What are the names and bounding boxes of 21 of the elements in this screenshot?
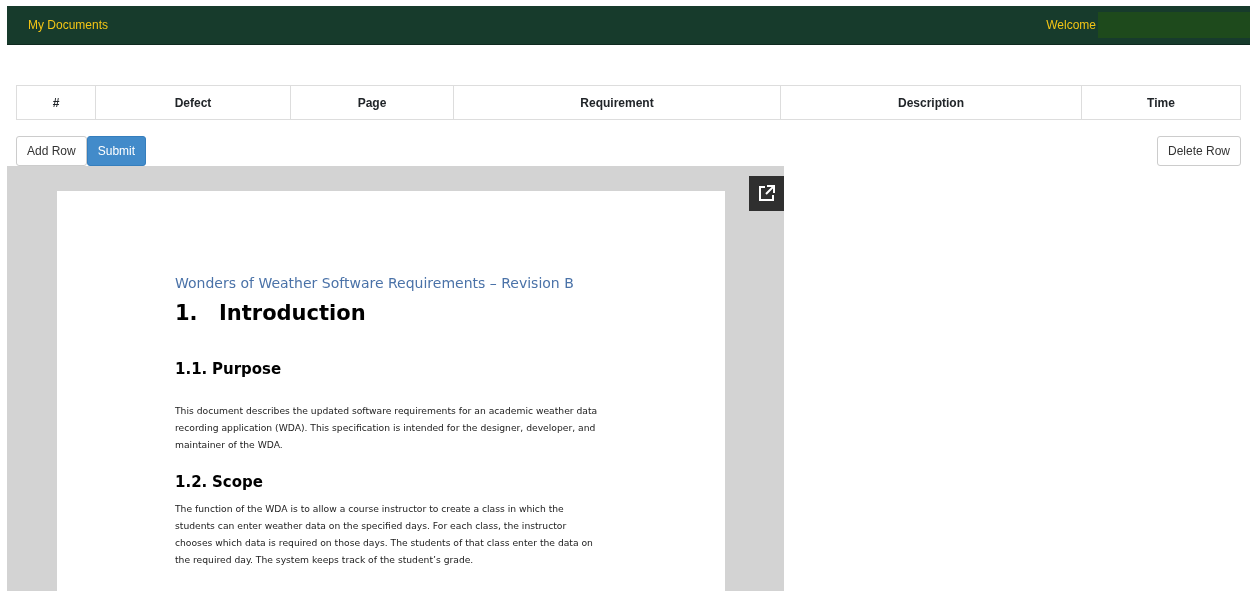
submit-button[interactable]: Submit (86, 136, 147, 166)
section-number: 1.1. (175, 358, 209, 380)
my-documents-link[interactable]: My Documents (28, 16, 109, 34)
section-heading: Introduction (219, 301, 366, 325)
welcome-text: Welcome (1046, 17, 1096, 34)
column-header: Defect (95, 85, 291, 120)
section-heading: Scope (212, 473, 263, 491)
section-number: 1.2. (175, 472, 209, 493)
column-header: Description (780, 85, 1082, 120)
section-number: 1. (175, 300, 199, 327)
column-header: Requirement (453, 85, 781, 120)
body-paragraph: This document describes the updated software requirements for an academic weather data recording application (WDA). This specification is intended for the designer, developer, and maintainer of the WDA. (175, 404, 599, 452)
column-header: Time (1081, 85, 1241, 120)
action-button[interactable]: Delete Row (1156, 136, 1241, 166)
open-external-icon[interactable] (749, 176, 784, 211)
action-button[interactable]: Add Row (16, 136, 87, 166)
document-title: Wonders of Weather Software Requirements – Revision B (175, 274, 575, 293)
section-heading: Purpose (212, 359, 282, 378)
column-header: Page (290, 85, 454, 120)
body-paragraph: The function of the WDA is to allow a course instructor to create a class in which the students can enter weather data on the specified days. For each class, the instructor chooses which data is required on those days. The students of that class enter the data on the required day. The system keeps track of the student’s grade. (175, 501, 594, 567)
column-header: # (16, 85, 96, 120)
